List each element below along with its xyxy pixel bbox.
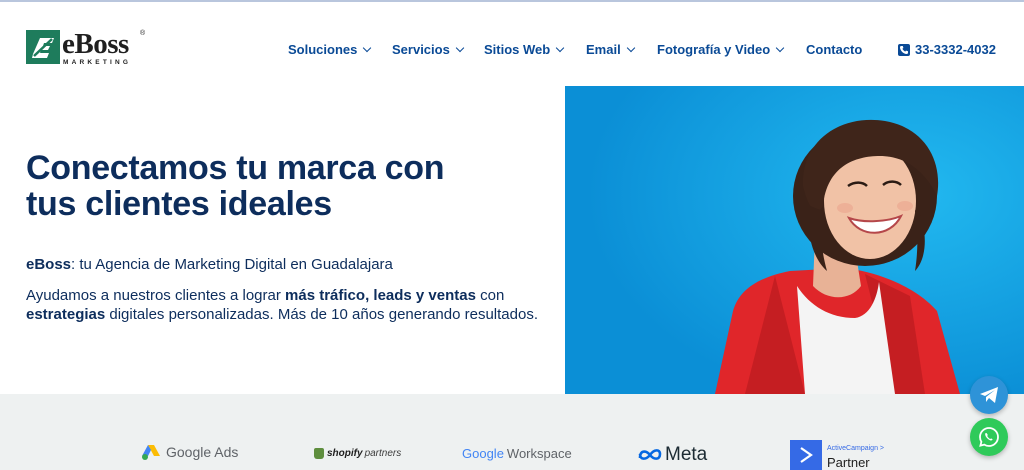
chevron-down-icon	[775, 43, 785, 52]
google-wordmark: Google	[462, 446, 504, 461]
activecampaign-icon	[790, 440, 822, 470]
nav-item-contacto[interactable]: Contacto	[806, 42, 862, 57]
hero-title: Conectamos tu marca con tus clientes ide…	[26, 150, 546, 222]
telegram-chat-button[interactable]	[970, 376, 1008, 414]
meta-label: Meta	[665, 444, 708, 465]
registered-mark: ®	[140, 30, 146, 37]
hero-body-bold-1: más tráfico, leads y ventas	[285, 287, 476, 304]
telegram-icon	[980, 387, 998, 403]
hero-description: Ayudamos a nuestros clientes a lograr má…	[26, 286, 556, 324]
activecampaign-partner-label: Partner	[827, 454, 870, 470]
hero-subtitle-text: : tu Agencia de Marketing Digital en Gua…	[71, 256, 393, 273]
chevron-down-icon	[626, 43, 635, 52]
hero-body-bold-2: estrategias	[26, 306, 106, 323]
phone-link[interactable]: 33-3332-4032	[898, 42, 996, 57]
nav-label: Soluciones	[288, 42, 358, 57]
whatsapp-chat-button[interactable]	[970, 418, 1008, 456]
phone-number: 33-3332-4032	[915, 42, 996, 57]
site-header: eBoss ® MARKETING Soluciones Servicios S…	[0, 2, 1024, 86]
hero-title-line-2: tus clientes ideales	[26, 185, 332, 223]
chevron-down-icon	[455, 43, 465, 52]
nav-item-servicios[interactable]: Servicios	[392, 42, 465, 57]
activecampaign-label: ActiveCampaign >	[827, 444, 885, 452]
nav-label: Servicios	[392, 42, 450, 57]
nav-item-sitios-web[interactable]: Sitios Web	[484, 42, 565, 57]
google-ads-icon	[142, 445, 160, 460]
hero-illustration	[565, 86, 1024, 394]
hero-body-text-3: digitales personalizadas. Más de 10 años…	[105, 306, 538, 323]
whatsapp-icon	[979, 427, 999, 447]
chevron-down-icon	[555, 43, 565, 52]
chevron-down-icon	[363, 43, 372, 52]
shopify-partners-label: partners	[364, 448, 402, 459]
nav-label: Sitios Web	[484, 42, 551, 57]
main-nav: Soluciones Servicios Sitios Web Email Fo…	[0, 42, 1024, 60]
phone-icon	[898, 43, 910, 56]
shopify-label: shopify	[327, 448, 363, 459]
meta-infinity-icon	[638, 449, 662, 460]
shopify-bag-icon	[314, 448, 324, 459]
partner-logos-strip: Google Ads shopify partners Google Works…	[0, 394, 1024, 470]
partner-activecampaign: ActiveCampaign > Partner	[790, 440, 884, 470]
partner-shopify: shopify partners	[314, 448, 401, 459]
partner-google-workspace: Google Workspace	[462, 446, 572, 461]
hero-body-text-1: Ayudamos a nuestros clientes a lograr	[26, 287, 286, 304]
nav-label: Fotografía y Video	[657, 42, 771, 57]
hero-image-smiling-woman	[565, 86, 1024, 394]
brand-tagline: MARKETING	[63, 59, 132, 66]
workspace-label: Workspace	[506, 446, 572, 461]
nav-label: Email	[586, 42, 621, 57]
nav-item-email[interactable]: Email	[586, 42, 635, 57]
hero-subtitle-brand: eBoss	[26, 256, 72, 273]
hero-body-text-2: con	[475, 287, 505, 304]
partner-meta: Meta	[638, 444, 707, 466]
nav-label: Contacto	[806, 42, 863, 57]
nav-item-fotografia-video[interactable]: Fotografía y Video	[657, 42, 785, 57]
nav-item-soluciones[interactable]: Soluciones	[288, 42, 372, 57]
hero-title-line-1: Conectamos tu marca con	[26, 149, 445, 187]
partner-google-ads: Google Ads	[142, 444, 238, 460]
hero-subtitle: eBoss: tu Agencia de Marketing Digital e…	[26, 256, 393, 273]
google-ads-label: Google Ads	[166, 444, 239, 460]
